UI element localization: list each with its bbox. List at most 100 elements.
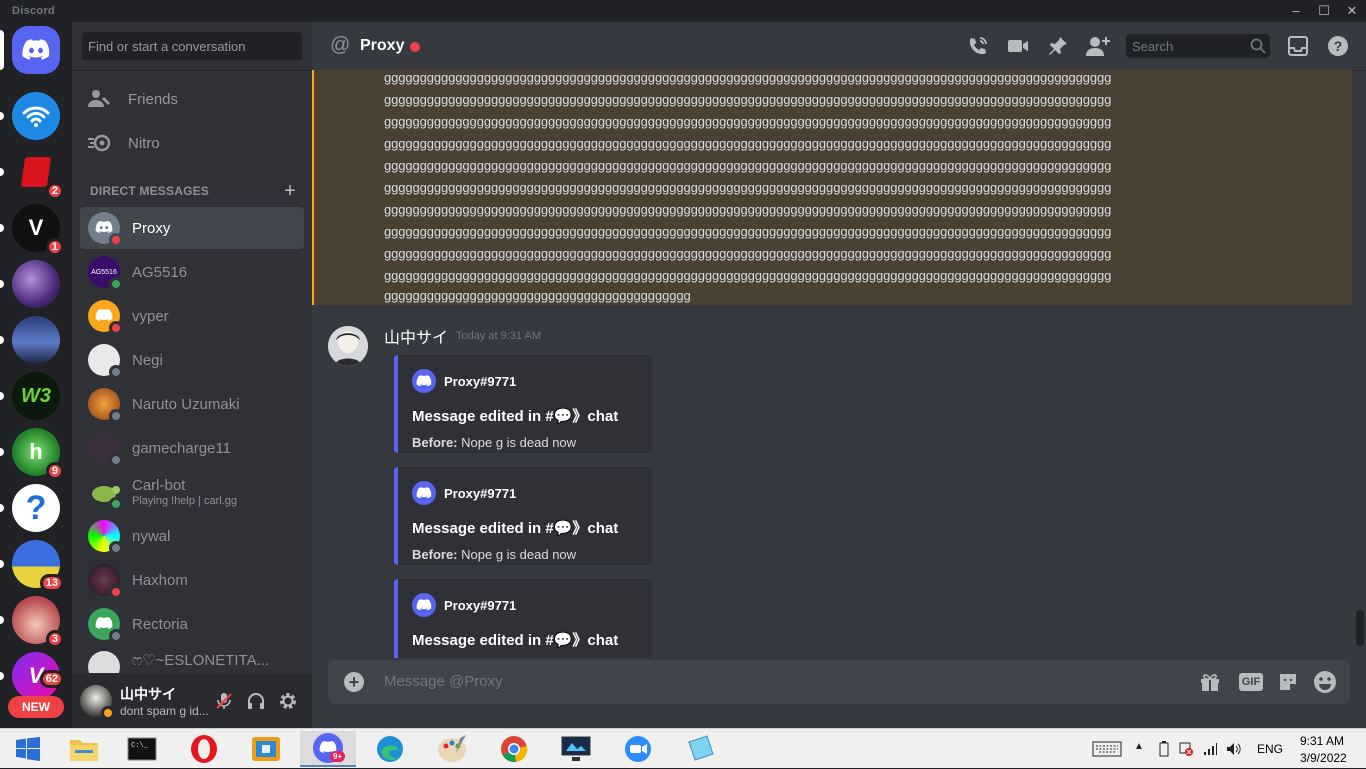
message-composer[interactable]: + Message @Proxy GIF [328,660,1350,704]
embed-field: Before: Nope g is dead now [412,547,576,562]
server-wifi[interactable] [0,92,60,140]
upload-plus-icon[interactable]: + [344,672,364,692]
dm-name: Naruto Uzumaki [132,395,240,413]
headphones-icon[interactable] [246,691,266,711]
user-name: 山中サイ [120,686,176,702]
mute-mic-icon[interactable] [214,691,234,711]
pinned-messages-icon[interactable] [1046,34,1070,58]
settings-gear-icon[interactable] [278,691,298,711]
dm-item-gamecharge11[interactable]: gamecharge11 [80,427,304,469]
find-conversation-input[interactable]: Find or start a conversation [82,32,302,60]
dm-item-vyper[interactable]: vyper [80,295,304,337]
channel-title: Proxy [360,37,405,54]
sticker-icon[interactable] [1276,670,1300,694]
volume-icon[interactable] [1226,741,1242,762]
keyboard-icon[interactable] [1092,741,1122,762]
dm-item-naruto-uzumaki[interactable]: Naruto Uzumaki [80,383,304,425]
show-hidden-icons-chevron-icon[interactable]: ▲ [1134,741,1144,752]
file-explorer-taskbar-icon[interactable] [56,731,112,767]
create-dm-plus-icon[interactable]: + [284,180,296,203]
server-blue-banner[interactable]: 13 [0,540,64,592]
notepad-taskbar-icon[interactable] [672,731,728,767]
unread-badge: 1 [45,238,64,256]
minimize-button[interactable]: – [1282,2,1310,20]
friends-nav[interactable]: Friends [80,78,304,120]
maximize-button[interactable]: ☐ [1310,2,1338,20]
clock-date[interactable]: 3/9/2022 [1300,751,1347,765]
home-button[interactable] [0,26,60,74]
server-red-logo[interactable]: 2 [0,148,64,200]
server-v[interactable]: V 1 [0,204,64,256]
chat-area: @ Proxy Search ? ggggggggggggggggggggggg… [312,22,1366,728]
embed-title: Message edited in #💬》chat [412,408,619,425]
friends-label: Friends [128,90,179,108]
add-friend-to-dm-icon[interactable] [1086,34,1110,58]
unread-badge: 2 [45,182,64,200]
status-online-indicator [109,497,123,511]
dm-name: Haxhom [132,571,188,589]
server-galaxy[interactable] [0,260,60,308]
remote-app-taskbar-icon[interactable] [238,731,294,767]
avatar [88,344,123,379]
dm-item-ag5516[interactable]: AG5516 AG5516 [80,251,304,293]
embed-title: Message edited in #💬》chat [412,632,619,649]
emoji-icon[interactable] [1313,670,1337,694]
server-green-h[interactable]: h 9 [0,428,64,480]
avatar [88,651,120,673]
scrollbar-thumb[interactable] [1356,610,1364,646]
zoom-taskbar-icon[interactable] [610,731,666,767]
help-icon[interactable]: ? [1326,34,1350,58]
inbox-icon[interactable] [1286,34,1310,58]
voice-call-icon[interactable] [966,34,990,58]
close-button[interactable]: ✕ [1338,2,1366,20]
wifi-signal-icon[interactable] [1202,741,1218,762]
start-button[interactable] [0,731,56,767]
nitro-nav[interactable]: Nitro [80,122,304,164]
server-night-town[interactable] [0,316,60,364]
dm-sidebar: Find or start a conversation Friends Nit… [72,22,312,728]
server-question[interactable]: ? [0,484,60,532]
clock-time[interactable]: 9:31 AM [1300,734,1344,748]
chrome-taskbar-icon[interactable] [486,731,542,767]
unread-badge: 3 [45,630,64,648]
message-author-name[interactable]: 山中サイ [384,324,448,348]
monitor-app-taskbar-icon[interactable] [548,731,604,767]
dm-item-eslonetita[interactable]: ෆ♡~ESLONETITA... [80,647,304,673]
server-v-purple[interactable]: V 62 [0,652,64,700]
dm-item-nywal[interactable]: nywal [80,515,304,557]
network-disconnected-icon[interactable] [1178,741,1194,762]
message-text-line: gggggggggggggggggggggggggggggggggggggggg… [384,92,1112,107]
dm-item-haxhom[interactable]: Haxhom [80,559,304,601]
message-input[interactable]: Message @Proxy [384,673,503,690]
status-offline-indicator [109,365,123,379]
log-embed: Proxy#9771 Message edited in #💬》chat [394,579,652,658]
gift-icon[interactable] [1198,670,1222,694]
message-author-avatar[interactable] [328,326,368,366]
dm-item-carl-bot[interactable]: Carl-bot Playing !help | carl.gg [80,471,304,513]
opera-taskbar-icon[interactable] [176,731,232,767]
terminal-taskbar-icon[interactable]: C:\_ [114,731,170,767]
dm-item-negi[interactable]: Negi [80,339,304,381]
battery-icon[interactable] [1156,741,1172,762]
nitro-label: Nitro [128,134,160,152]
gif-icon[interactable]: GIF [1238,670,1264,694]
title-bar: Discord – ☐ ✕ [0,0,1366,22]
dm-name: vyper [132,307,169,325]
dm-item-rectoria[interactable]: Rectoria [80,603,304,645]
discord-taskbar-icon[interactable]: 9+ [300,731,356,767]
svg-text:C:\_: C:\_ [131,742,149,750]
server-anime-girl[interactable]: 3 [0,596,64,648]
edge-taskbar-icon[interactable] [362,731,418,767]
dm-item-proxy[interactable]: Proxy [80,207,304,249]
message-text-line: gggggggggggggggggggggggggggggggggggggggg… [384,246,1112,261]
video-call-icon[interactable] [1006,34,1030,58]
user-avatar[interactable] [80,685,115,720]
server-w3[interactable]: W3 [0,372,60,420]
message-timestamp: Today at 9:31 AM [456,330,541,342]
language-indicator[interactable]: ENG [1257,742,1283,756]
log-embed: Proxy#9771 Message edited in #💬》chat Bef… [394,355,652,453]
paint-taskbar-icon[interactable] [424,731,480,767]
discord-logo-icon [22,39,50,60]
user-custom-status: dont spam g id... [120,704,209,718]
new-badge[interactable]: NEW [8,696,64,718]
